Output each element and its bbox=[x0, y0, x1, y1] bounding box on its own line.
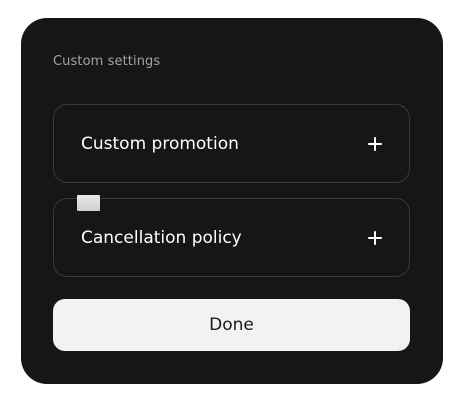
plus-icon[interactable] bbox=[368, 230, 382, 245]
plus-icon[interactable] bbox=[368, 136, 382, 151]
image-thumbnail bbox=[77, 195, 100, 211]
option-label: Custom promotion bbox=[81, 133, 239, 154]
done-button[interactable]: Done bbox=[53, 299, 410, 351]
custom-promotion-option[interactable]: Custom promotion bbox=[53, 104, 410, 183]
section-title: Custom settings bbox=[53, 54, 161, 69]
option-label: Cancellation policy bbox=[81, 227, 242, 248]
cancellation-policy-option[interactable]: Cancellation policy bbox=[53, 198, 410, 277]
